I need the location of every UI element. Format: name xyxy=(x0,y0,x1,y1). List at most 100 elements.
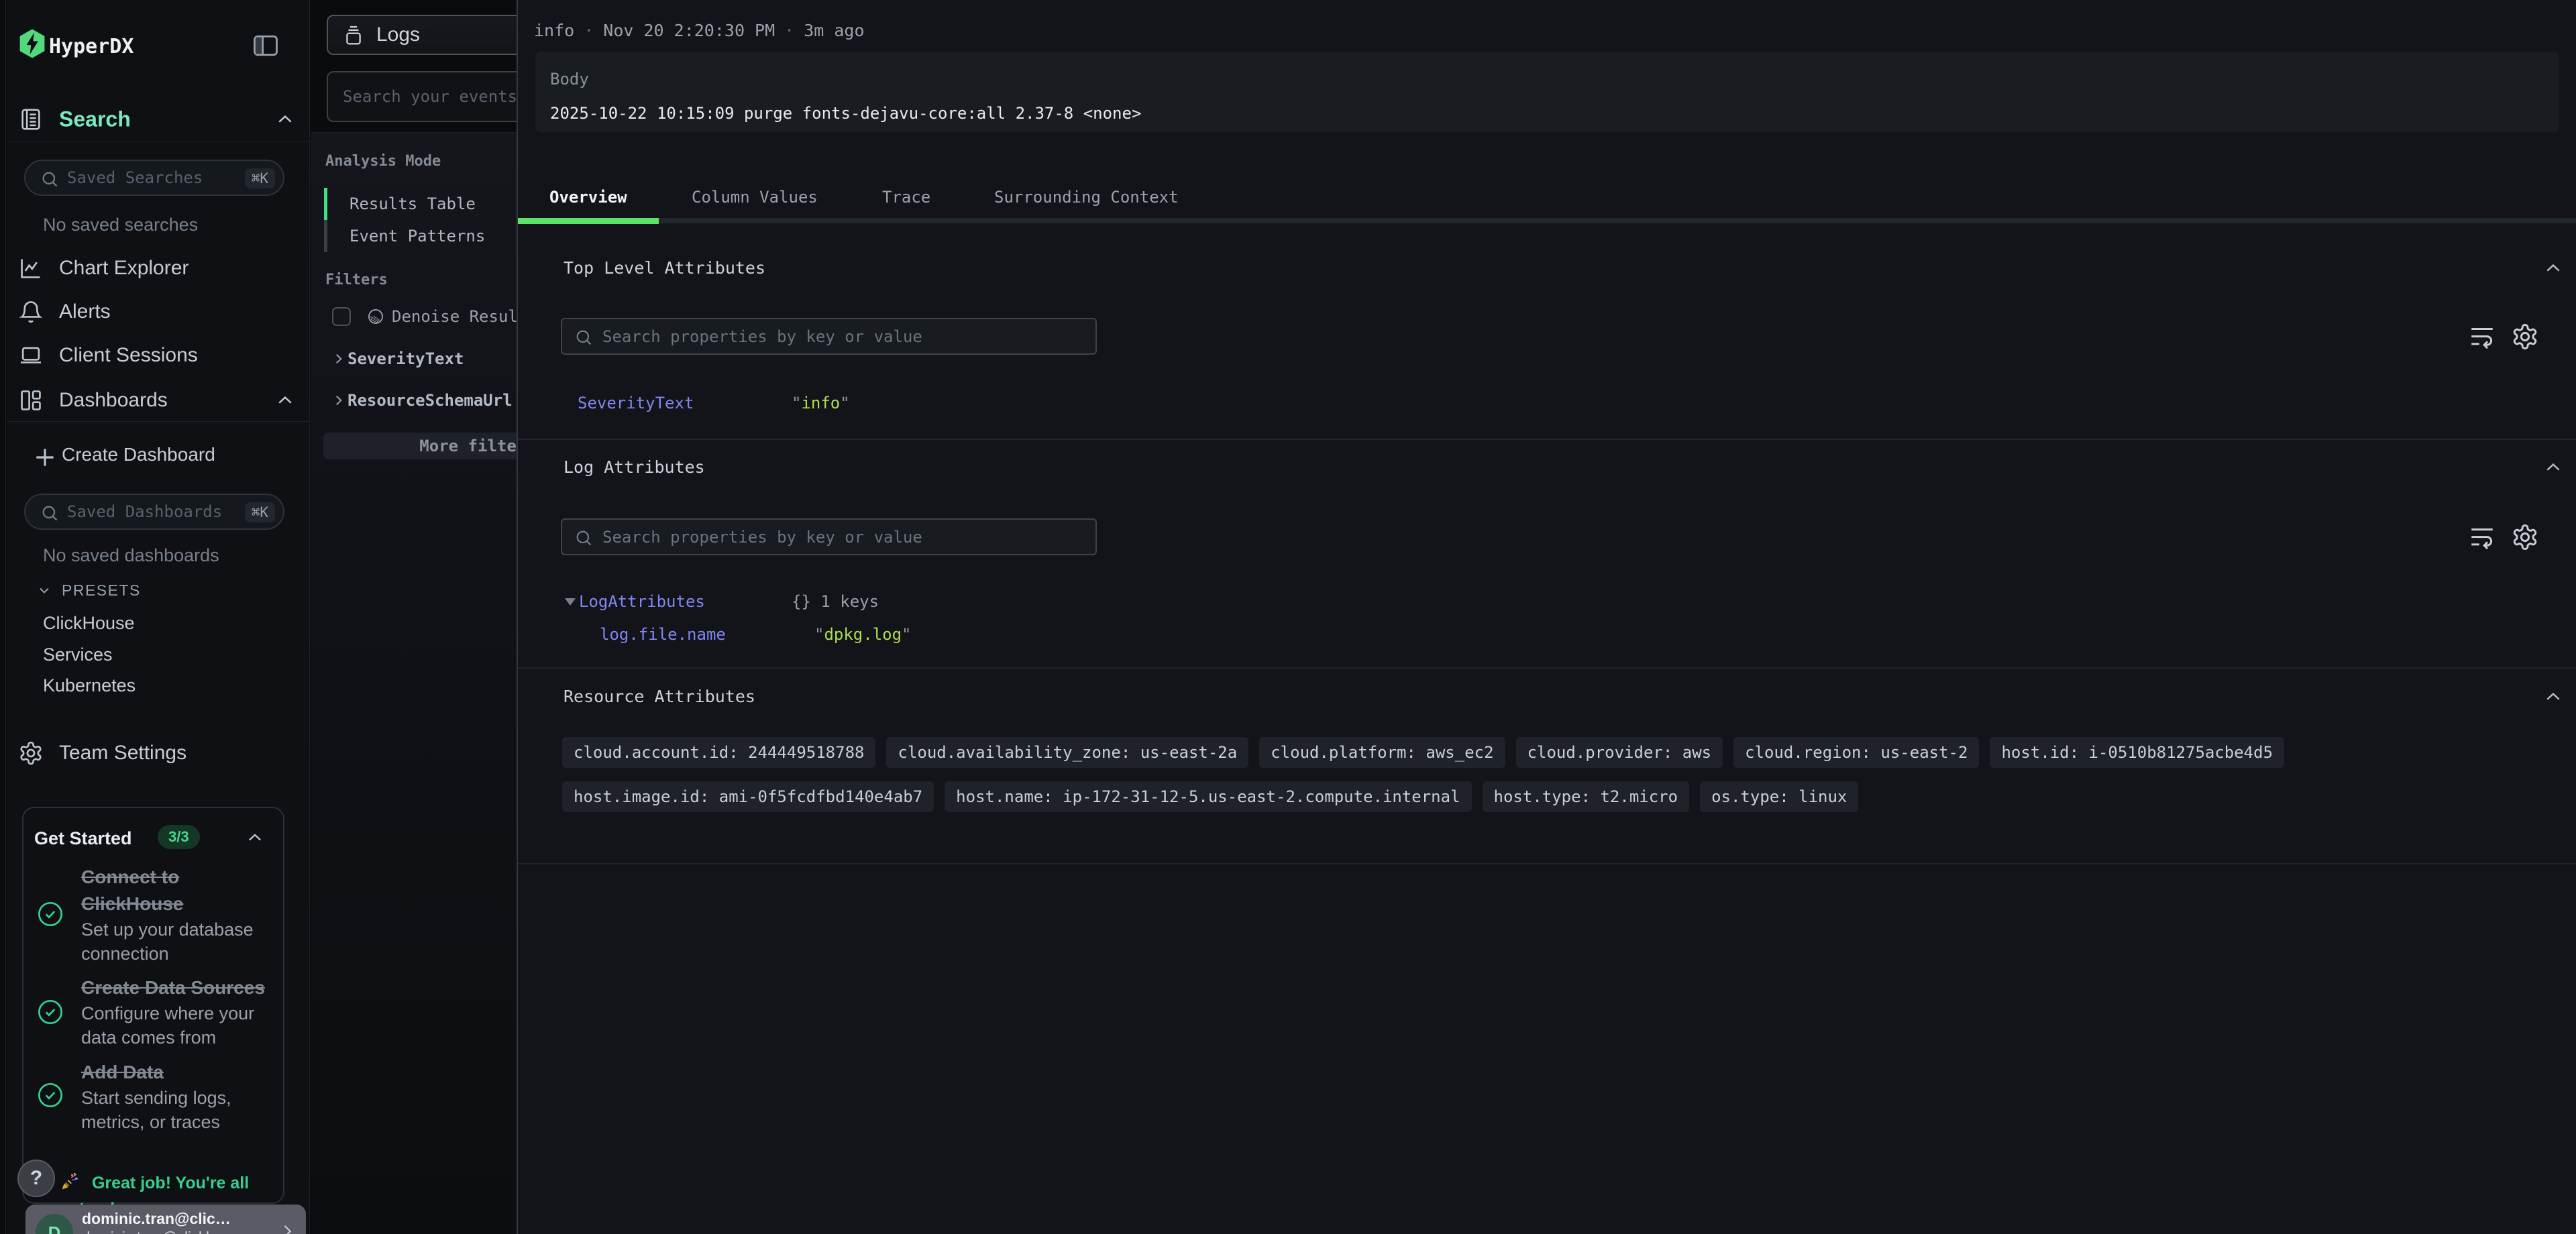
preset-kubernetes[interactable]: Kubernetes xyxy=(43,673,136,698)
resource-attribute-chips: cloud.account.id: 244449518788 cloud.ava… xyxy=(562,737,2565,812)
collapse-section-icon[interactable] xyxy=(2543,258,2563,278)
get-started-progress-badge: 3/3 xyxy=(158,825,200,849)
get-started-item-desc: Start sending logs, metrics, or traces xyxy=(81,1086,266,1134)
section-divider xyxy=(518,439,2576,440)
get-started-title: Get Started xyxy=(34,828,132,849)
sidebar-item-client-sessions[interactable]: Client Sessions xyxy=(7,334,310,377)
gear-icon xyxy=(18,740,44,766)
search-icon xyxy=(40,504,59,522)
check-circle-icon xyxy=(37,999,64,1025)
divider xyxy=(7,141,310,142)
quote-mark: " xyxy=(902,625,911,644)
logo-row: HyperDX xyxy=(20,27,297,67)
check-circle-icon xyxy=(37,1082,64,1109)
quote-mark: " xyxy=(814,625,824,644)
chevron-up-icon[interactable] xyxy=(275,390,295,410)
sidebar-item-alerts[interactable]: Alerts xyxy=(7,290,310,333)
preset-services[interactable]: Services xyxy=(43,642,113,667)
quote-mark: " xyxy=(840,394,849,412)
presets-toggle[interactable]: PRESETS xyxy=(36,578,141,602)
resource-chip[interactable]: os.type: linux xyxy=(1700,781,1858,812)
event-body-card: Body 2025-10-22 10:15:09 purge fonts-dej… xyxy=(535,52,2559,132)
chevron-up-icon[interactable] xyxy=(275,109,295,129)
sidebar-item-dashboards[interactable]: Dashboards xyxy=(7,379,310,422)
resource-chip[interactable]: cloud.provider: aws xyxy=(1516,737,1723,768)
wrap-text-icon[interactable] xyxy=(2468,523,2496,551)
get-started-item-texts: Create Data Sources Configure where your… xyxy=(81,974,266,1050)
mode-label: Event Patterns xyxy=(350,227,485,245)
hyperdx-app: HyperDX Search ⌘K No saved searches xyxy=(0,0,2576,1234)
denoise-checkbox[interactable] xyxy=(332,307,351,326)
resource-chip[interactable]: cloud.region: us-east-2 xyxy=(1733,737,1979,768)
attribute-row[interactable]: SeverityText "info" xyxy=(518,387,2576,419)
get-started-item-title: Connect to ClickHouse xyxy=(81,864,266,917)
tab-surrounding-context[interactable]: Surrounding Context xyxy=(963,176,1210,218)
user-email: dominic.tran@clickho… xyxy=(82,1229,270,1234)
saved-dashboards-search[interactable]: ⌘K xyxy=(24,494,284,530)
resource-chip[interactable]: cloud.platform: aws_ec2 xyxy=(1259,737,1505,768)
drawer-tabs: Overview Column Values Trace Surrounding… xyxy=(518,176,2576,223)
property-search-input[interactable] xyxy=(602,321,1085,352)
gear-icon[interactable] xyxy=(2511,523,2539,551)
section-actions xyxy=(2468,323,2539,351)
mode-label: Results Table xyxy=(350,194,476,213)
active-indicator-bar xyxy=(324,188,327,220)
create-dashboard-button[interactable]: Create Dashboard xyxy=(7,435,310,475)
caret-down-icon[interactable] xyxy=(565,598,576,606)
attribute-value-text: info xyxy=(801,394,840,412)
resource-chip[interactable]: host.id: i-0510b81275acbe4d5 xyxy=(1990,737,2284,768)
get-started-item-desc: Configure where your data comes from xyxy=(81,1001,266,1050)
preset-clickhouse[interactable]: ClickHouse xyxy=(43,610,135,636)
section-title-top-level: Top Level Attributes xyxy=(564,249,765,287)
gear-icon[interactable] xyxy=(2511,323,2539,351)
chevron-up-icon[interactable] xyxy=(246,828,264,847)
property-search-top-level[interactable] xyxy=(561,318,1097,355)
chevron-down-icon xyxy=(36,582,52,598)
resource-chip[interactable]: host.type: t2.micro xyxy=(1483,781,1690,812)
tab-overview[interactable]: Overview xyxy=(518,176,659,218)
attribute-value: "dpkg.log" xyxy=(814,625,912,644)
chevron-right-icon xyxy=(332,352,345,366)
saved-searches-search[interactable]: ⌘K xyxy=(24,160,284,196)
get-started-item-title: Create Data Sources xyxy=(81,974,266,1001)
tab-trace[interactable]: Trace xyxy=(851,176,962,218)
braces-icon: {} xyxy=(792,592,811,611)
check-circle-icon xyxy=(37,901,64,928)
sidebar-collapse-icon[interactable] xyxy=(251,31,280,60)
attribute-meta-text: 1 keys xyxy=(820,592,879,611)
property-search-log-attributes[interactable] xyxy=(561,518,1097,555)
section-title-log-attributes: Log Attributes xyxy=(564,449,705,486)
resource-chip[interactable]: cloud.availability_zone: us-east-2a xyxy=(886,737,1248,768)
wrap-text-icon[interactable] xyxy=(2468,323,2496,351)
user-menu[interactable]: D dominic.tran@clic… dominic.tran@clickh… xyxy=(25,1204,306,1234)
party-popper-icon xyxy=(60,1174,85,1192)
resource-chip[interactable]: cloud.account.id: 244449518788 xyxy=(562,737,875,768)
sidebar-item-search[interactable]: Search xyxy=(7,98,310,141)
tab-column-values[interactable]: Column Values xyxy=(660,176,849,218)
shortcut-badge: ⌘K xyxy=(245,168,275,188)
resource-chip[interactable]: host.image.id: ami-0f5fcdfbd140e4ab7 xyxy=(562,781,934,812)
attribute-meta: {} 1 keys xyxy=(792,592,879,611)
get-started-item-desc: Set up your database connection xyxy=(81,917,266,966)
collapse-section-icon[interactable] xyxy=(2543,457,2563,478)
sidebar-item-label: Alerts xyxy=(59,300,111,323)
property-search-input[interactable] xyxy=(602,521,1085,553)
sidebar-item-label: Dashboards xyxy=(59,389,168,412)
get-started-item-texts: Connect to ClickHouse Set up your databa… xyxy=(81,864,266,966)
filter-group-label: ResourceSchemaUrl xyxy=(347,391,513,410)
section-title-resource-attributes: Resource Attributes xyxy=(564,678,755,716)
event-relative-time: 3m ago xyxy=(804,21,864,40)
attribute-tree-parent[interactable]: LogAttributes {} 1 keys xyxy=(518,585,2576,618)
resource-chip[interactable]: host.name: ip-172-31-12-5.us-east-2.comp… xyxy=(945,781,1471,812)
sidebar-item-chart-explorer[interactable]: Chart Explorer xyxy=(7,247,310,290)
sidebar-item-team-settings[interactable]: Team Settings xyxy=(7,732,310,775)
saved-searches-input[interactable] xyxy=(67,162,228,193)
saved-dashboards-input[interactable] xyxy=(67,496,228,527)
dot-separator: · xyxy=(775,21,804,40)
collapse-section-icon[interactable] xyxy=(2543,687,2563,707)
attribute-row[interactable]: log.file.name "dpkg.log" xyxy=(518,618,2576,651)
filters-label: Filters xyxy=(325,272,388,288)
user-name: dominic.tran@clic… xyxy=(82,1210,276,1228)
help-button[interactable]: ? xyxy=(17,1160,55,1197)
avatar: D xyxy=(36,1214,73,1234)
